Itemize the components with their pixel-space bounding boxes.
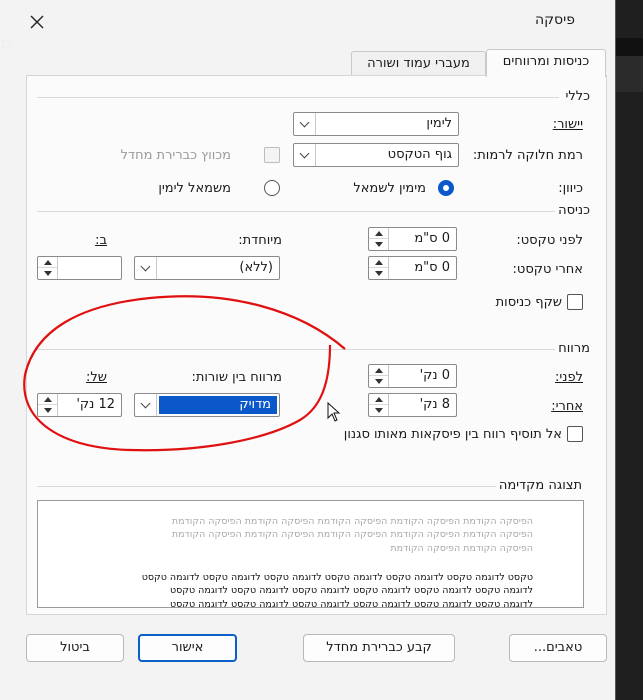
tabs-button[interactable]: טאבים...	[509, 634, 607, 662]
section-indent: כניסה	[555, 203, 593, 218]
spin-down-icon[interactable]	[369, 405, 388, 416]
paragraph-preview: הפיסקה הקודמת הפיסקה הקודמת הפיסקה הקודמ…	[37, 500, 584, 608]
chevron-down-icon	[140, 398, 151, 408]
outline-level-select[interactable]: גוף הטקסט	[293, 143, 459, 167]
ltr-label: משמאל לימין	[158, 181, 231, 196]
section-divider	[37, 211, 559, 212]
collapsed-default-label: מכווץ כברירת מחדל	[120, 148, 231, 163]
special-indent-select[interactable]: (ללא)	[134, 256, 280, 280]
rtl-label: מימין לשמאל	[353, 181, 426, 196]
indent-before-value: 0 ס"מ	[414, 231, 450, 246]
set-default-button[interactable]: קבע כברירת מחדל	[303, 634, 455, 662]
alignment-select[interactable]: לימין	[293, 112, 459, 136]
no-space-same-style-label: אל תוסיף רווח בין פיסקאות מאותו סגנון	[343, 427, 562, 442]
section-preview: תצוגה מקדימה	[495, 478, 585, 493]
chevron-down-icon	[299, 148, 310, 158]
spin-up-icon[interactable]	[369, 394, 388, 405]
preview-previous-text: הפיסקה הקודמת הפיסקה הקודמת הפיסקה הקודמ…	[171, 516, 533, 554]
indent-after-spinner[interactable]: 0 ס"מ	[368, 256, 457, 280]
alignment-label: יישור:	[552, 117, 583, 132]
section-general: כללי	[562, 89, 593, 104]
close-icon	[30, 15, 44, 29]
spin-up-icon[interactable]	[369, 257, 388, 268]
indent-before-label: לפני טקסט:	[516, 233, 583, 248]
line-spacing-label: מרווח בין שורות:	[191, 370, 282, 385]
line-spacing-value: מדויק	[239, 397, 271, 412]
spacing-after-spinner[interactable]: 8 נק'	[368, 393, 457, 417]
spin-down-icon[interactable]	[369, 268, 388, 279]
close-button[interactable]	[22, 8, 52, 36]
section-spacing: מרווח	[555, 341, 593, 356]
indent-after-label: אחרי טקסט:	[512, 262, 583, 277]
ltr-radio[interactable]	[264, 180, 280, 196]
rtl-radio[interactable]	[438, 180, 454, 196]
collapsed-default-checkbox[interactable]	[264, 147, 280, 163]
special-indent-label: מיוחדת:	[238, 233, 282, 248]
spacing-at-value: 12 נק'	[76, 397, 115, 412]
spin-up-icon[interactable]	[369, 228, 388, 239]
background-number: 18	[0, 38, 14, 51]
tab-line-page-breaks[interactable]: מעברי עמוד ושורה	[351, 51, 486, 77]
cancel-button[interactable]: ביטול	[26, 634, 124, 662]
spacing-after-value: 8 נק'	[419, 397, 450, 412]
section-divider	[37, 349, 559, 350]
alignment-value: לימין	[426, 116, 452, 131]
preview-sample-text: טקסט לדוגמה טקסט לדוגמה טקסט לדוגמה טקסט…	[141, 572, 533, 608]
special-indent-value: (ללא)	[239, 260, 273, 275]
spacing-before-spinner[interactable]: 0 נק'	[368, 364, 457, 388]
indent-by-spinner[interactable]	[37, 256, 122, 280]
outline-level-label: רמת חלוקה לרמות:	[472, 148, 583, 163]
section-divider	[37, 97, 559, 98]
spacing-after-label: אחרי:	[551, 399, 583, 414]
spacing-at-label: של:	[86, 370, 107, 385]
indent-after-value: 0 ס"מ	[414, 260, 450, 275]
section-divider	[37, 486, 499, 487]
indent-by-label: ב:	[95, 233, 107, 248]
spin-down-icon[interactable]	[369, 376, 388, 387]
dialog-title: פיסקה	[534, 12, 575, 28]
spin-down-icon[interactable]	[38, 405, 57, 416]
spin-down-icon[interactable]	[369, 239, 388, 250]
spin-up-icon[interactable]	[38, 257, 57, 268]
chevron-down-icon	[140, 261, 151, 271]
ok-button[interactable]: אישור	[138, 634, 237, 662]
spin-up-icon[interactable]	[369, 365, 388, 376]
spacing-before-label: לפני:	[555, 370, 583, 385]
indent-before-spinner[interactable]: 0 ס"מ	[368, 227, 457, 251]
line-spacing-select[interactable]: מדויק	[134, 393, 280, 417]
direction-label: כיוון:	[558, 181, 583, 196]
mirror-indents-label: שקף כניסות	[495, 295, 562, 310]
mirror-indents-checkbox[interactable]	[567, 294, 583, 310]
paragraph-dialog: פיסקה כניסות ומרווחים מעברי עמוד ושורה כ…	[0, 0, 616, 700]
outline-level-value: גוף הטקסט	[387, 147, 452, 162]
tab-indents-spacing[interactable]: כניסות ומרווחים	[486, 49, 606, 77]
spin-down-icon[interactable]	[38, 268, 57, 279]
spacing-at-spinner[interactable]: 12 נק'	[37, 393, 122, 417]
no-space-same-style-checkbox[interactable]	[567, 426, 583, 442]
chevron-down-icon	[299, 117, 310, 127]
spin-up-icon[interactable]	[38, 394, 57, 405]
spacing-before-value: 0 נק'	[419, 368, 450, 383]
mouse-cursor-icon	[327, 402, 341, 422]
